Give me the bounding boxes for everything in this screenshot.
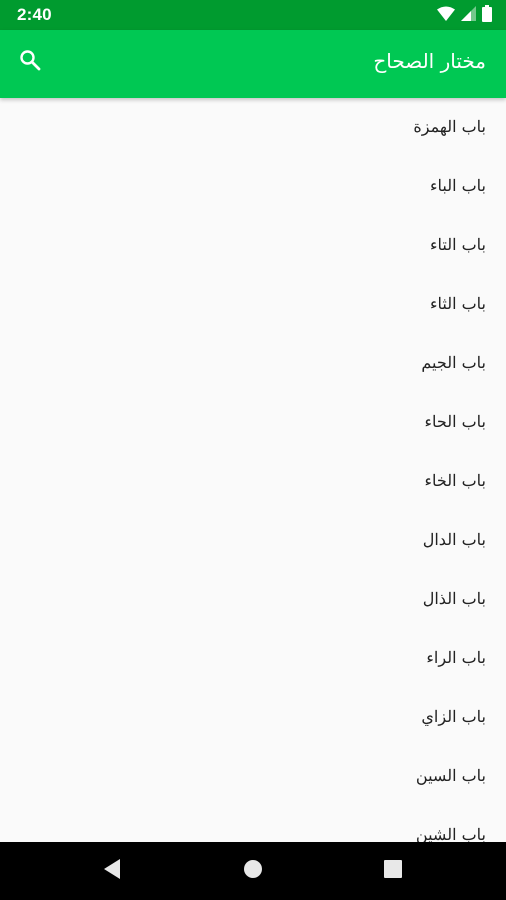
list-item[interactable]: باب الثاء: [0, 275, 506, 334]
list-item[interactable]: باب الباء: [0, 157, 506, 216]
screen: 2:40 مختار الصحاح باب الهمزة باب الباء ب…: [0, 0, 506, 900]
back-button[interactable]: [97, 856, 127, 886]
chapter-list: باب الهمزة باب الباء باب التاء باب الثاء…: [0, 98, 506, 842]
list-item-label: باب الراء: [426, 648, 486, 667]
recents-icon: [384, 860, 402, 882]
home-button[interactable]: [238, 856, 268, 886]
status-time: 2:40: [17, 5, 52, 24]
list-item[interactable]: باب الهمزة: [0, 98, 506, 157]
list-item-label: باب الحاء: [424, 412, 486, 431]
list-item-label: باب الباء: [429, 176, 486, 195]
list-item-label: باب الزاي: [421, 707, 486, 726]
app-bar: مختار الصحاح: [0, 30, 506, 98]
recents-button[interactable]: [378, 856, 408, 886]
list-item[interactable]: باب الخاء: [0, 452, 506, 511]
status-bar: 2:40: [0, 0, 506, 30]
list-item[interactable]: باب الذال: [0, 570, 506, 629]
list-item-label: باب الشين: [415, 825, 486, 842]
list-item-label: باب الهمزة: [413, 117, 486, 136]
back-icon: [102, 858, 122, 884]
wifi-icon: [437, 6, 455, 25]
list-item[interactable]: باب التاء: [0, 216, 506, 275]
list-item-label: باب الخاء: [424, 471, 486, 490]
list-item[interactable]: باب الحاء: [0, 393, 506, 452]
list-item[interactable]: باب الشين: [0, 806, 506, 842]
navigation-bar: [0, 842, 506, 900]
list-item-label: باب التاء: [429, 235, 486, 254]
home-icon: [243, 859, 263, 883]
list-item[interactable]: باب الجيم: [0, 334, 506, 393]
app-title: مختار الصحاح: [373, 49, 486, 73]
list-item-label: باب الثاء: [429, 294, 486, 313]
list-item[interactable]: باب الدال: [0, 511, 506, 570]
list-item[interactable]: باب الزاي: [0, 688, 506, 747]
list-item-label: باب السين: [415, 766, 486, 785]
list-item-label: باب الدال: [422, 530, 486, 549]
battery-icon: [482, 4, 492, 26]
search-button[interactable]: [8, 40, 52, 84]
list-item-label: باب الجيم: [421, 353, 486, 372]
list-item[interactable]: باب السين: [0, 747, 506, 806]
signal-icon: [461, 5, 476, 25]
list-item-label: باب الذال: [422, 589, 486, 608]
search-icon: [18, 48, 42, 76]
status-icons: [437, 4, 492, 26]
list-item[interactable]: باب الراء: [0, 629, 506, 688]
